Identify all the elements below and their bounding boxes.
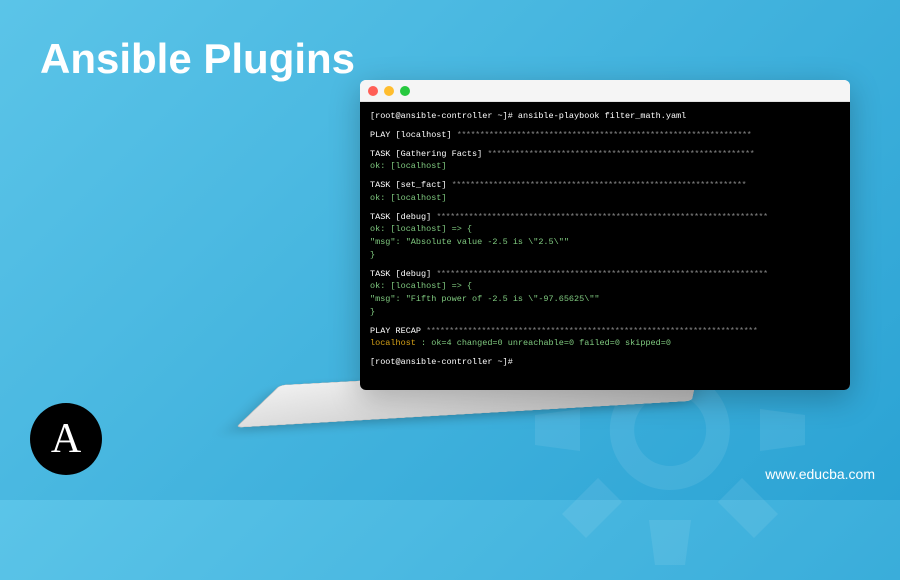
terminal-window: [root@ansible-controller ~]# ansible-pla… bbox=[360, 80, 850, 390]
ok-line: ok: [localhost] bbox=[370, 160, 840, 173]
laptop-illustration: [root@ansible-controller ~]# ansible-pla… bbox=[310, 80, 860, 460]
brace-close: } bbox=[370, 306, 840, 319]
play-header: PLAY [localhost] ***********************… bbox=[370, 129, 840, 142]
ansible-logo: A bbox=[30, 403, 102, 475]
play-recap-header: PLAY RECAP *****************************… bbox=[370, 325, 840, 338]
debug-open: ok: [localhost] => { bbox=[370, 280, 840, 293]
window-titlebar bbox=[360, 80, 850, 102]
final-prompt: [root@ansible-controller ~]# bbox=[370, 356, 840, 369]
terminal-output: [root@ansible-controller ~]# ansible-pla… bbox=[360, 102, 850, 390]
debug-msg-abs: "msg": "Absolute value -2.5 is \"2.5\"" bbox=[370, 236, 840, 249]
close-icon[interactable] bbox=[368, 86, 378, 96]
debug-open: ok: [localhost] => { bbox=[370, 223, 840, 236]
prompt-line: [root@ansible-controller ~]# ansible-pla… bbox=[370, 110, 840, 123]
task-debug-2: TASK [debug] ***************************… bbox=[370, 268, 840, 281]
task-setfact: TASK [set_fact] ************************… bbox=[370, 179, 840, 192]
maximize-icon[interactable] bbox=[400, 86, 410, 96]
brace-close: } bbox=[370, 249, 840, 262]
task-debug-1: TASK [debug] ***************************… bbox=[370, 211, 840, 224]
watermark-url: www.educba.com bbox=[765, 466, 875, 482]
debug-msg-pow: "msg": "Fifth power of -2.5 is \"-97.656… bbox=[370, 293, 840, 306]
task-gathering: TASK [Gathering Facts] *****************… bbox=[370, 148, 840, 161]
page-title: Ansible Plugins bbox=[40, 35, 355, 83]
ok-line: ok: [localhost] bbox=[370, 192, 840, 205]
minimize-icon[interactable] bbox=[384, 86, 394, 96]
recap-line: localhost : ok=4 changed=0 unreachable=0… bbox=[370, 337, 840, 350]
logo-letter: A bbox=[51, 415, 81, 463]
